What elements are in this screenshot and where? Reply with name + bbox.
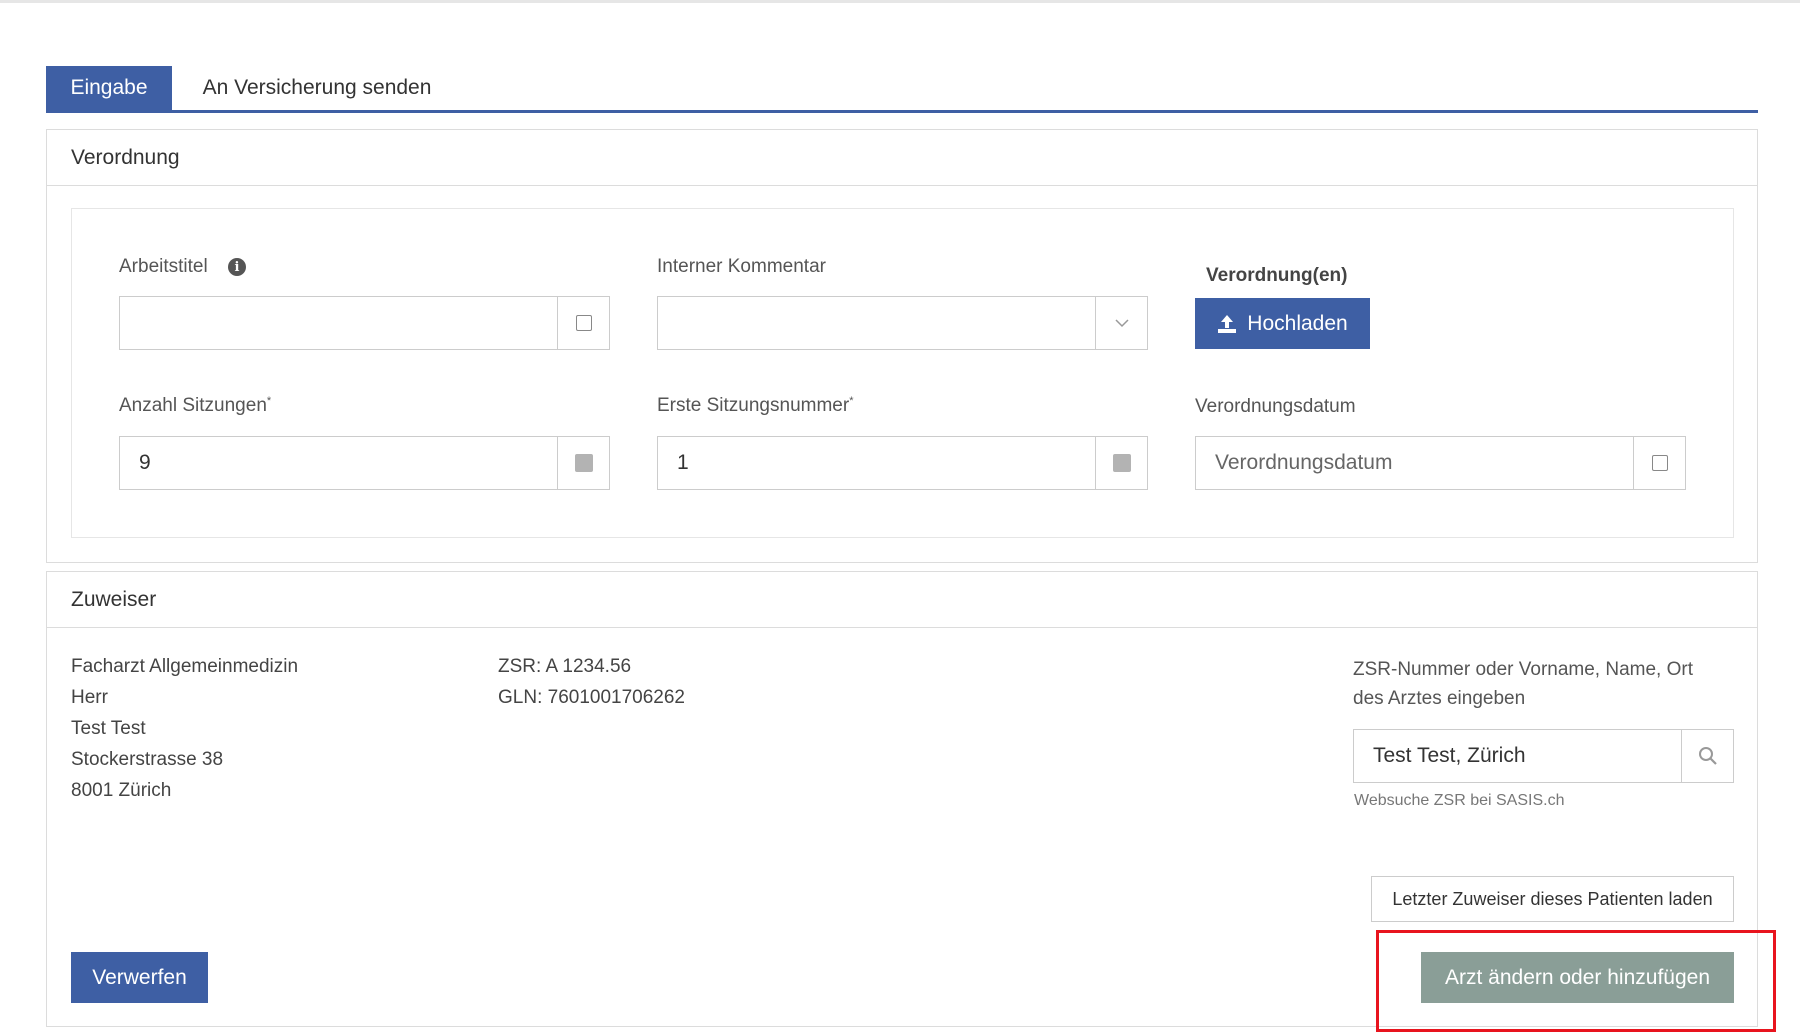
interner-kommentar-value[interactable]	[658, 297, 1095, 349]
verordnungsdatum-input[interactable]	[1196, 437, 1633, 489]
websuche-zsr-link[interactable]: Websuche ZSR bei SASIS.ch	[1354, 792, 1564, 810]
arbeitstitel-input-group	[119, 296, 610, 350]
search-icon	[1698, 747, 1717, 765]
top-border	[0, 0, 1800, 3]
erste-sitzungsnummer-addon[interactable]	[1095, 437, 1147, 489]
anzahl-sitzungen-input[interactable]	[120, 437, 557, 489]
square-filled-icon	[574, 454, 593, 472]
hochladen-label: Hochladen	[1247, 311, 1348, 335]
info-icon[interactable]: i	[228, 258, 246, 276]
doctor-search-label-line1: ZSR-Nummer oder Vorname, Name, Ort	[1353, 659, 1693, 680]
interner-kommentar-select[interactable]	[657, 296, 1148, 350]
verordnungen-label: Verordnung(en)	[1206, 265, 1348, 286]
arbeitstitel-label: Arbeitstitel	[119, 256, 208, 277]
address-line: 8001 Zürich	[71, 780, 172, 801]
tab-bar: Eingabe An Versicherung senden	[46, 66, 1758, 113]
interner-kommentar-dropdown-button[interactable]	[1095, 297, 1147, 349]
verwerfen-button[interactable]: Verwerfen	[71, 952, 208, 1003]
calendar-icon	[1651, 455, 1668, 471]
anzahl-sitzungen-addon[interactable]	[557, 437, 609, 489]
square-icon	[575, 315, 592, 331]
hochladen-button[interactable]: Hochladen	[1195, 298, 1370, 349]
verordnungsdatum-calendar-button[interactable]	[1633, 437, 1685, 489]
interner-kommentar-label: Interner Kommentar	[657, 256, 826, 277]
verordnungsdatum-label: Verordnungsdatum	[1195, 396, 1356, 417]
required-marker: *	[849, 395, 854, 407]
erste-sitzungsnummer-label: Erste Sitzungsnummer*	[657, 395, 853, 417]
zsr-number: ZSR: A 1234.56	[498, 656, 632, 677]
doctor-search-input[interactable]	[1354, 730, 1681, 782]
arbeitstitel-input[interactable]	[120, 297, 557, 349]
tab-an-versicherung-senden[interactable]: An Versicherung senden	[172, 66, 462, 110]
verordnung-panel-title: Verordnung	[47, 130, 1757, 186]
anzahl-sitzungen-label-text: Anzahl Sitzungen	[119, 395, 267, 416]
tab-eingabe[interactable]: Eingabe	[46, 66, 172, 110]
doctor-search-label-line2: des Arztes eingeben	[1353, 688, 1526, 709]
erste-sitzungsnummer-input[interactable]	[658, 437, 1095, 489]
highlight-box	[1376, 930, 1776, 1032]
verordnungsdatum-input-group	[1195, 436, 1686, 490]
anzahl-sitzungen-input-group	[119, 436, 610, 490]
arbeitstitel-addon-button[interactable]	[557, 297, 609, 349]
address-line: Stockerstrasse 38	[71, 749, 224, 770]
address-line: Herr	[71, 687, 108, 708]
erste-sitzungsnummer-label-text: Erste Sitzungsnummer	[657, 395, 850, 416]
address-line: Test Test	[71, 718, 146, 739]
erste-sitzungsnummer-input-group	[657, 436, 1148, 490]
anzahl-sitzungen-label: Anzahl Sitzungen*	[119, 395, 271, 417]
chevron-down-icon	[1114, 318, 1129, 327]
gln-number: GLN: 7601001706262	[498, 687, 685, 708]
address-line: Facharzt Allgemeinmedizin	[71, 656, 299, 677]
doctor-search-button[interactable]	[1681, 730, 1733, 782]
square-filled-icon	[1112, 454, 1131, 472]
upload-icon	[1218, 314, 1237, 333]
required-marker: *	[266, 395, 272, 407]
doctor-search-group	[1353, 729, 1734, 783]
load-last-referrer-button[interactable]: Letzter Zuweiser dieses Patienten laden	[1371, 876, 1734, 922]
zuweiser-panel-title: Zuweiser	[47, 572, 1757, 628]
